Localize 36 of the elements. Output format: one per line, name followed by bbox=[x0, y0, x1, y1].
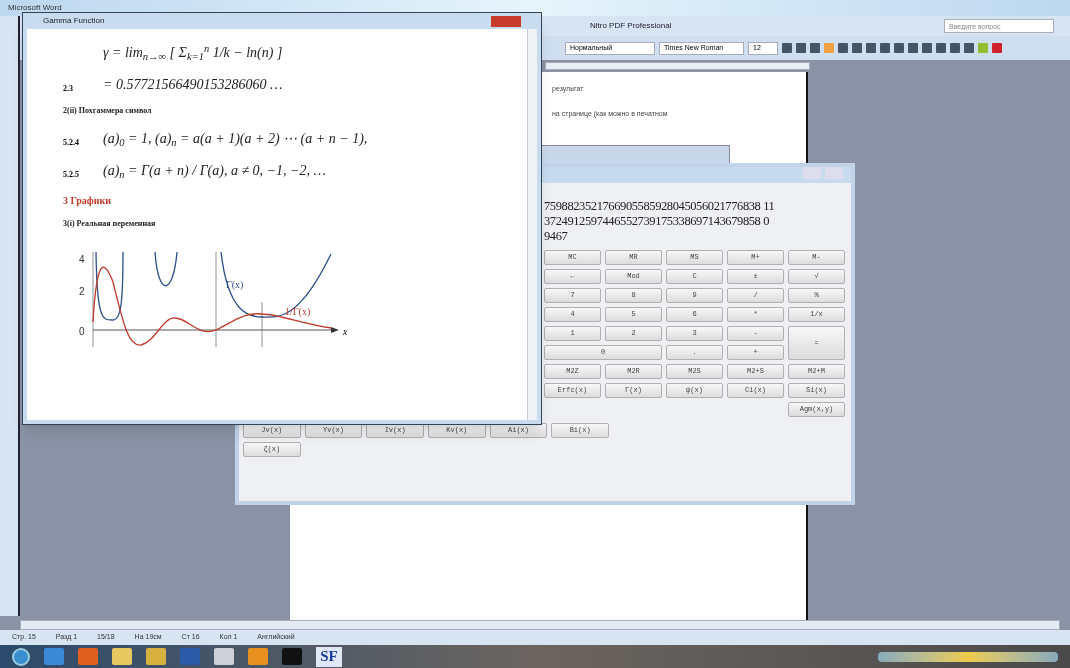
start-button[interactable] bbox=[12, 647, 30, 666]
maximize-button[interactable] bbox=[825, 167, 843, 179]
taskbar-app-icon[interactable] bbox=[112, 648, 132, 665]
taskbar-app-icon[interactable] bbox=[214, 648, 234, 665]
taskbar-app-icon[interactable] bbox=[248, 648, 268, 665]
axis-tick-label: 4 bbox=[79, 253, 85, 267]
subsection-heading: 3(i) Реальная переменная bbox=[63, 218, 157, 230]
taskbar-app-button[interactable]: SF bbox=[316, 646, 342, 667]
menu-item[interactable]: Nitro PDF Professional bbox=[590, 20, 672, 32]
taskbar-app-icon[interactable] bbox=[146, 648, 166, 665]
axis-tick-label: 2 bbox=[79, 285, 85, 299]
taskbar-app-icon[interactable] bbox=[44, 648, 64, 665]
section-heading: 3 Графики bbox=[63, 194, 112, 208]
axis-label: x bbox=[343, 325, 348, 339]
formula: (a)$_{0}$ = 1, (a)$_{n}$ = a(a + 1)(a + 2) ⋯ (a + n − 1), bbox=[103, 130, 368, 149]
formula: (a)$_{n}$ = Γ(a + n) / Γ(a), a ≠ 0, −1, −2, … bbox=[103, 162, 326, 181]
subsection-heading: 2(ii) Похгаммера символ bbox=[63, 105, 153, 117]
display-text: 3724912597446552739175338697143679858 0 bbox=[544, 214, 771, 229]
scrollbar[interactable] bbox=[527, 29, 537, 420]
taskbar-app-icon[interactable] bbox=[180, 648, 200, 665]
equation-number: 5.2.4 bbox=[63, 137, 80, 149]
taskbar-app-icon[interactable] bbox=[282, 648, 302, 665]
display-text: 7598823521766905585928045056021776838 11 bbox=[544, 199, 776, 214]
formula: γ = lim$_{n→∞}$ [ Σ$_{k=1}$$^{n}$ 1/k − ln(n) ] bbox=[103, 42, 283, 63]
curve-label: 1/Γ(x) bbox=[285, 305, 311, 319]
display-text: 9467 bbox=[544, 229, 569, 244]
close-button[interactable] bbox=[491, 15, 521, 27]
window-title: Microsoft Word bbox=[8, 2, 62, 14]
minimize-button[interactable] bbox=[803, 167, 821, 179]
taskbar-app-icon[interactable] bbox=[78, 648, 98, 665]
window-title: Gamma Function bbox=[43, 15, 105, 27]
formula: = 0.57721566490153286060 … bbox=[103, 76, 283, 94]
equation-number: 5.2.5 bbox=[63, 169, 80, 181]
equation-number: 2.3 bbox=[63, 83, 74, 95]
axis-tick-label: 0 bbox=[79, 325, 85, 339]
horizontal-scrollbar[interactable] bbox=[20, 620, 1060, 630]
